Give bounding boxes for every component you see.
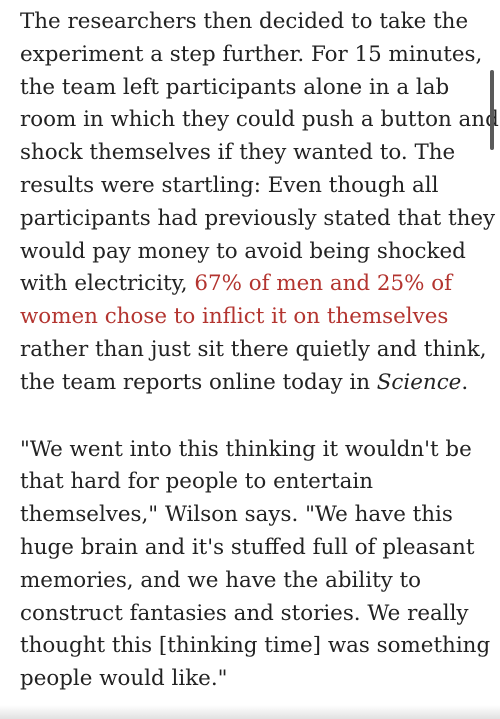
paragraph-quote: "We went into this thinking it wouldn't …: [20, 434, 491, 696]
text-segment: with electricity,: [20, 271, 195, 297]
text-line: The researchers then decided to take the: [20, 9, 469, 34]
text-line: memories, and we have the ability to: [20, 567, 422, 593]
statistic-link-continued[interactable]: women chose to inflict it on themselves: [20, 301, 480, 334]
text-segment: the team reports online today in: [20, 369, 377, 395]
text-line: results were startling: Even though all: [20, 172, 439, 198]
text-line: experiment a step further. For 15 minute…: [20, 41, 483, 67]
text-line: huge brain and it's stuffed full of plea…: [20, 534, 475, 560]
text-line: thought this [thinking time] was somethi…: [20, 633, 491, 659]
text-line: the team reports online today in Science…: [20, 367, 480, 400]
text-line: construct fantasies and stories. We real…: [20, 600, 469, 626]
article-body: The researchers then decided to take the…: [20, 6, 499, 696]
text-line: that hard for people to entertain: [20, 469, 373, 495]
journal-name: Science: [376, 369, 462, 395]
text-line: with electricity, 67% of men and 25% of: [20, 268, 480, 301]
text-line: shock themselves if they wanted to. The: [20, 140, 456, 166]
text-line: themselves," Wilson says. "We have this: [20, 502, 453, 528]
paragraph-experiment: The researchers then decided to take the…: [20, 6, 499, 400]
scrollbar-thumb[interactable]: [490, 70, 494, 150]
statistic-link[interactable]: 67% of men and 25% of: [194, 271, 452, 296]
text-line: "We went into this thinking it wouldn't …: [20, 436, 472, 462]
text-line: rather than just sit there quietly and t…: [20, 336, 487, 362]
bottom-edge-shadow: [0, 705, 500, 719]
text-line: the team left participants alone in a la…: [20, 74, 450, 100]
text-line: people would like.": [20, 666, 228, 692]
text-line: room in which they could push a button a…: [20, 107, 499, 133]
text-line: participants had previously stated that …: [20, 205, 496, 231]
text-line: would pay money to avoid being shocked: [20, 238, 466, 264]
text-segment: .: [461, 369, 469, 395]
